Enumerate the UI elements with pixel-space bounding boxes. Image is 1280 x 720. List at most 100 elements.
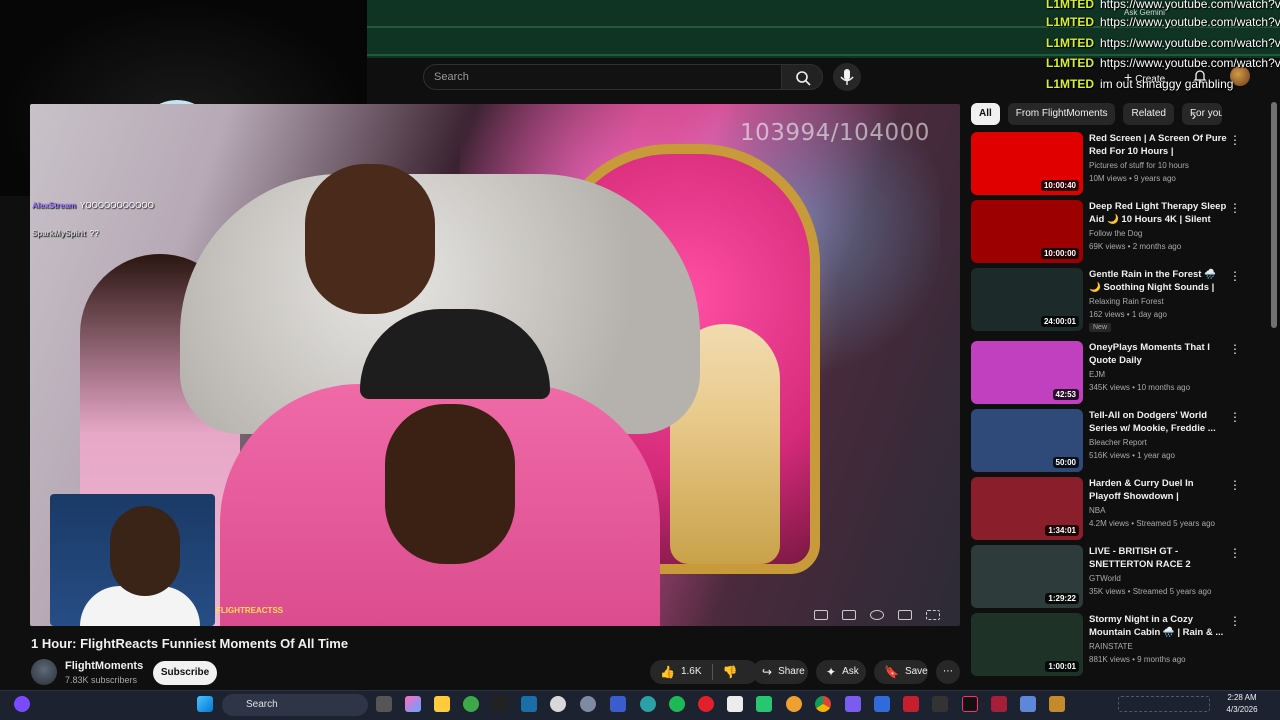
- settings-app-icon[interactable]: [580, 696, 596, 712]
- tiktok-icon[interactable]: [962, 696, 978, 712]
- recommendation-channel[interactable]: NBA: [1089, 506, 1105, 515]
- recommendation-item[interactable]: 1:00:01 Stormy Night in a Cozy Mountain C…: [971, 613, 1241, 677]
- app-icon[interactable]: [932, 696, 948, 712]
- channel-avatar[interactable]: [31, 659, 57, 685]
- windows-start-icon[interactable]: [197, 696, 213, 712]
- taskview-icon[interactable]: [376, 696, 392, 712]
- recommendation-item[interactable]: 10:00:00 Deep Red Light Therapy Sleep Aid…: [971, 200, 1241, 264]
- recommendation-channel[interactable]: EJM: [1089, 370, 1105, 379]
- channel-name[interactable]: FlightMoments: [65, 660, 143, 672]
- chat-message: AlexStream YOOOOOOOOOOO: [32, 201, 154, 210]
- duration-badge: 42:53: [1052, 389, 1079, 400]
- app-icon[interactable]: [786, 696, 802, 712]
- recommendation-item[interactable]: 10:00:40 Red Screen | A Screen Of Pure Re…: [971, 132, 1241, 196]
- video-thumbnail[interactable]: 42:53: [971, 341, 1083, 404]
- widgets-icon[interactable]: [14, 696, 30, 712]
- cast-icon[interactable]: [898, 610, 912, 620]
- kebab-menu-icon[interactable]: ⋮: [1229, 202, 1241, 214]
- ask-button[interactable]: ✦ Ask: [816, 660, 866, 684]
- recommendation-title[interactable]: LIVE - BRITISH GT - SNETTERTON RACE 2: [1089, 545, 1227, 571]
- like-dislike-group[interactable]: 👍 1.6K 👎: [650, 660, 758, 684]
- subscribe-button[interactable]: Subscribe: [153, 661, 217, 685]
- chip-all[interactable]: All: [971, 103, 1000, 125]
- recommendation-title[interactable]: Red Screen | A Screen Of Pure Red For 10…: [1089, 132, 1227, 159]
- miniplayer-icon[interactable]: [814, 610, 828, 620]
- recommendation-channel[interactable]: Relaxing Rain Forest: [1089, 297, 1164, 306]
- search-button[interactable]: [781, 64, 823, 90]
- settings-icon[interactable]: [870, 610, 884, 620]
- clock[interactable]: 2:28 AM 4/3/2026: [1217, 692, 1267, 716]
- app-icon[interactable]: [1020, 696, 1036, 712]
- app-icon[interactable]: [756, 696, 772, 712]
- app-icon[interactable]: [874, 696, 890, 712]
- recommendation-item[interactable]: 1:34:01 Harden & Curry Duel In Playoff Sh…: [971, 477, 1241, 541]
- share-button[interactable]: ↪ Share: [752, 660, 808, 684]
- recommendation-title[interactable]: Deep Red Light Therapy Sleep Aid 🌙 10 Ho…: [1089, 200, 1227, 227]
- more-actions-button[interactable]: ⋯: [936, 660, 960, 684]
- recommendation-channel[interactable]: Follow the Dog: [1089, 229, 1142, 238]
- video-thumbnail[interactable]: 1:29:22: [971, 545, 1083, 608]
- recommendation-channel[interactable]: Bleacher Report: [1089, 438, 1147, 447]
- search-input[interactable]: Search: [423, 64, 781, 90]
- kebab-menu-icon[interactable]: ⋮: [1229, 411, 1241, 423]
- video-thumbnail[interactable]: 1:34:01: [971, 477, 1083, 540]
- app-icon[interactable]: [991, 696, 1007, 712]
- recommendation-channel[interactable]: RAINSTATE: [1089, 642, 1133, 651]
- app-icon[interactable]: [1049, 696, 1065, 712]
- thumbs-down-icon[interactable]: 👎: [723, 660, 738, 684]
- kebab-menu-icon[interactable]: ⋮: [1229, 134, 1241, 146]
- recommendation-item[interactable]: 24:00:01 Gentle Rain in the Forest 🌧️ 🌙 S…: [971, 268, 1241, 332]
- recommendation-item[interactable]: 42:53 OneyPlays Moments That I Quote Dail…: [971, 341, 1241, 405]
- duration-badge: 24:00:01: [1040, 316, 1079, 327]
- video-thumbnail[interactable]: 50:00: [971, 409, 1083, 472]
- kebab-menu-icon[interactable]: ⋮: [1229, 547, 1241, 559]
- recommendation-meta: 69K views • 2 months ago: [1089, 242, 1182, 251]
- recommendation-title[interactable]: Gentle Rain in the Forest 🌧️ 🌙 Soothing …: [1089, 268, 1227, 295]
- copilot-icon[interactable]: [405, 696, 421, 712]
- fullscreen-icon[interactable]: [926, 610, 940, 620]
- app-icon[interactable]: [640, 696, 656, 712]
- video-thumbnail[interactable]: 1:00:01: [971, 613, 1083, 676]
- epic-games-icon[interactable]: [492, 696, 508, 712]
- chevron-right-icon[interactable]: ›: [1185, 106, 1203, 124]
- save-button[interactable]: 🔖 Save: [874, 660, 928, 684]
- recommendation-title[interactable]: Tell-All on Dodgers' World Series w/ Moo…: [1089, 409, 1227, 435]
- app-icon[interactable]: [610, 696, 626, 712]
- recommendation-title[interactable]: OneyPlays Moments That I Quote Daily: [1089, 341, 1227, 367]
- recommendation-item[interactable]: 1:29:22 LIVE - BRITISH GT - SNETTERTON RA…: [971, 545, 1241, 609]
- app-icon[interactable]: [727, 696, 743, 712]
- voice-search-button[interactable]: [833, 63, 861, 91]
- video-thumbnail[interactable]: 24:00:01: [971, 268, 1083, 331]
- kebab-menu-icon[interactable]: ⋮: [1229, 479, 1241, 491]
- kebab-menu-icon[interactable]: ⋮: [1229, 270, 1241, 282]
- duration-badge: 1:34:01: [1045, 525, 1079, 536]
- subtitles-icon[interactable]: [842, 610, 856, 620]
- recommendation-channel[interactable]: Pictures of stuff for 10 hours: [1089, 161, 1189, 170]
- chatgpt-icon[interactable]: [550, 696, 566, 712]
- spotify-icon[interactable]: [669, 696, 685, 712]
- recommendation-channel[interactable]: GTWorld: [1089, 574, 1121, 583]
- video-player[interactable]: 103994/104000 AlexStream YOOOOOOOOOOO Spa…: [30, 104, 960, 626]
- chrome-icon[interactable]: [815, 696, 831, 712]
- xbox-icon[interactable]: [463, 696, 479, 712]
- chip-related[interactable]: Related: [1123, 103, 1174, 125]
- steam-icon[interactable]: [521, 696, 537, 712]
- taskbar-search[interactable]: Search: [222, 694, 368, 716]
- opera-icon[interactable]: [698, 696, 714, 712]
- recommendation-item[interactable]: 50:00 Tell-All on Dodgers' World Series w…: [971, 409, 1241, 473]
- kebab-menu-icon[interactable]: ⋮: [1229, 343, 1241, 355]
- recommendation-title[interactable]: Stormy Night in a Cozy Mountain Cabin 🌧️…: [1089, 613, 1227, 639]
- chip-from-channel[interactable]: From FlightMoments: [1007, 103, 1116, 125]
- video-thumbnail[interactable]: 10:00:00: [971, 200, 1083, 263]
- thumbs-up-icon[interactable]: 👍: [660, 660, 675, 684]
- recommendation-title[interactable]: Harden & Curry Duel In Playoff Showdown …: [1089, 477, 1227, 504]
- video-thumbnail[interactable]: 10:00:40: [971, 132, 1083, 195]
- app-icon[interactable]: [845, 696, 861, 712]
- sparkle-icon: ✦: [826, 665, 837, 679]
- file-explorer-icon[interactable]: [434, 696, 450, 712]
- new-badge: New: [1089, 323, 1112, 332]
- kebab-menu-icon[interactable]: ⋮: [1229, 615, 1241, 627]
- scrollbar[interactable]: [1271, 102, 1277, 328]
- app-icon[interactable]: [903, 696, 919, 712]
- tray-icons[interactable]: [1118, 696, 1210, 712]
